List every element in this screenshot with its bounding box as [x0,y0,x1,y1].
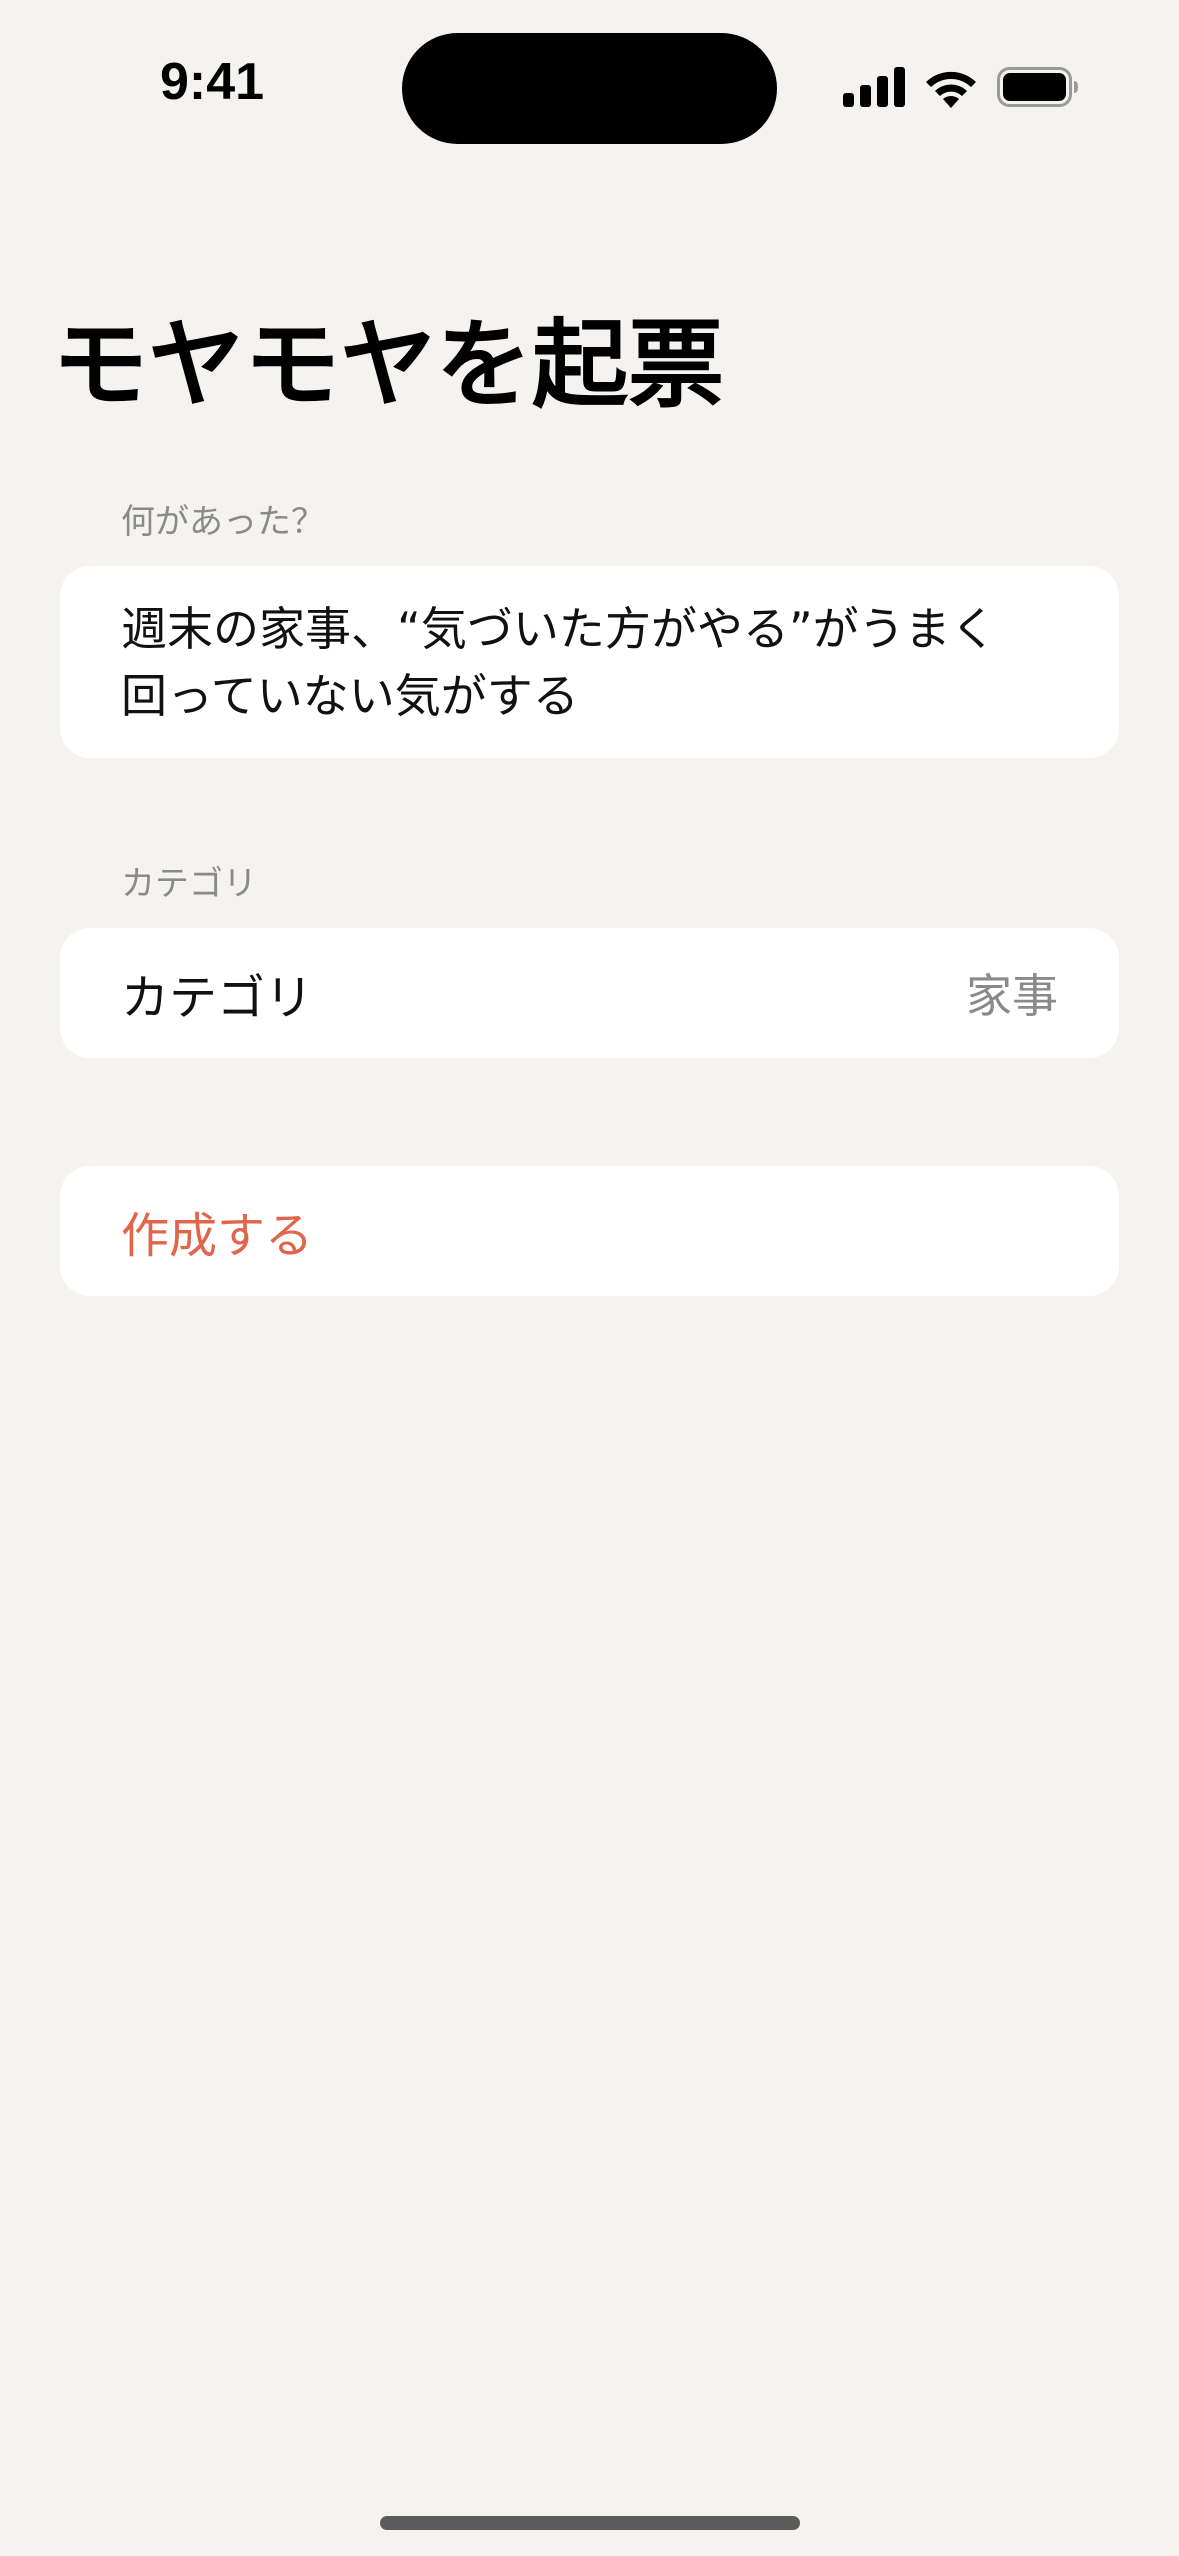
create-button[interactable]: 作成する [60,1166,1119,1296]
page-title: モヤモヤを起票 [52,309,724,421]
category-row-label: カテゴリ [121,970,314,1026]
status-icons [843,62,1079,112]
category-selected-value[interactable]: 家事 [966,960,1058,1026]
category-section-label: カテゴリ [121,864,257,904]
battery-icon [997,67,1078,107]
wifi-icon [926,71,976,108]
home-indicator[interactable] [380,2516,800,2530]
what-happened-field[interactable]: 週末の家事、“気づいた方がやる”がうまく 回っていない気がする [60,566,1119,758]
status-time: 9:41 [160,53,265,111]
create-button-label: 作成する [121,1208,314,1264]
category-picker-row[interactable]: カテゴリ 家事 [60,928,1119,1058]
dynamic-island [402,33,777,144]
cellular-signal-icon [843,67,905,107]
what-happened-label: 何があった？ [121,502,325,542]
status-bar: 9:41 [0,0,1179,150]
what-happened-text[interactable]: 週末の家事、“気づいた方がやる”がうまく 回っていない気がする [121,596,1058,730]
